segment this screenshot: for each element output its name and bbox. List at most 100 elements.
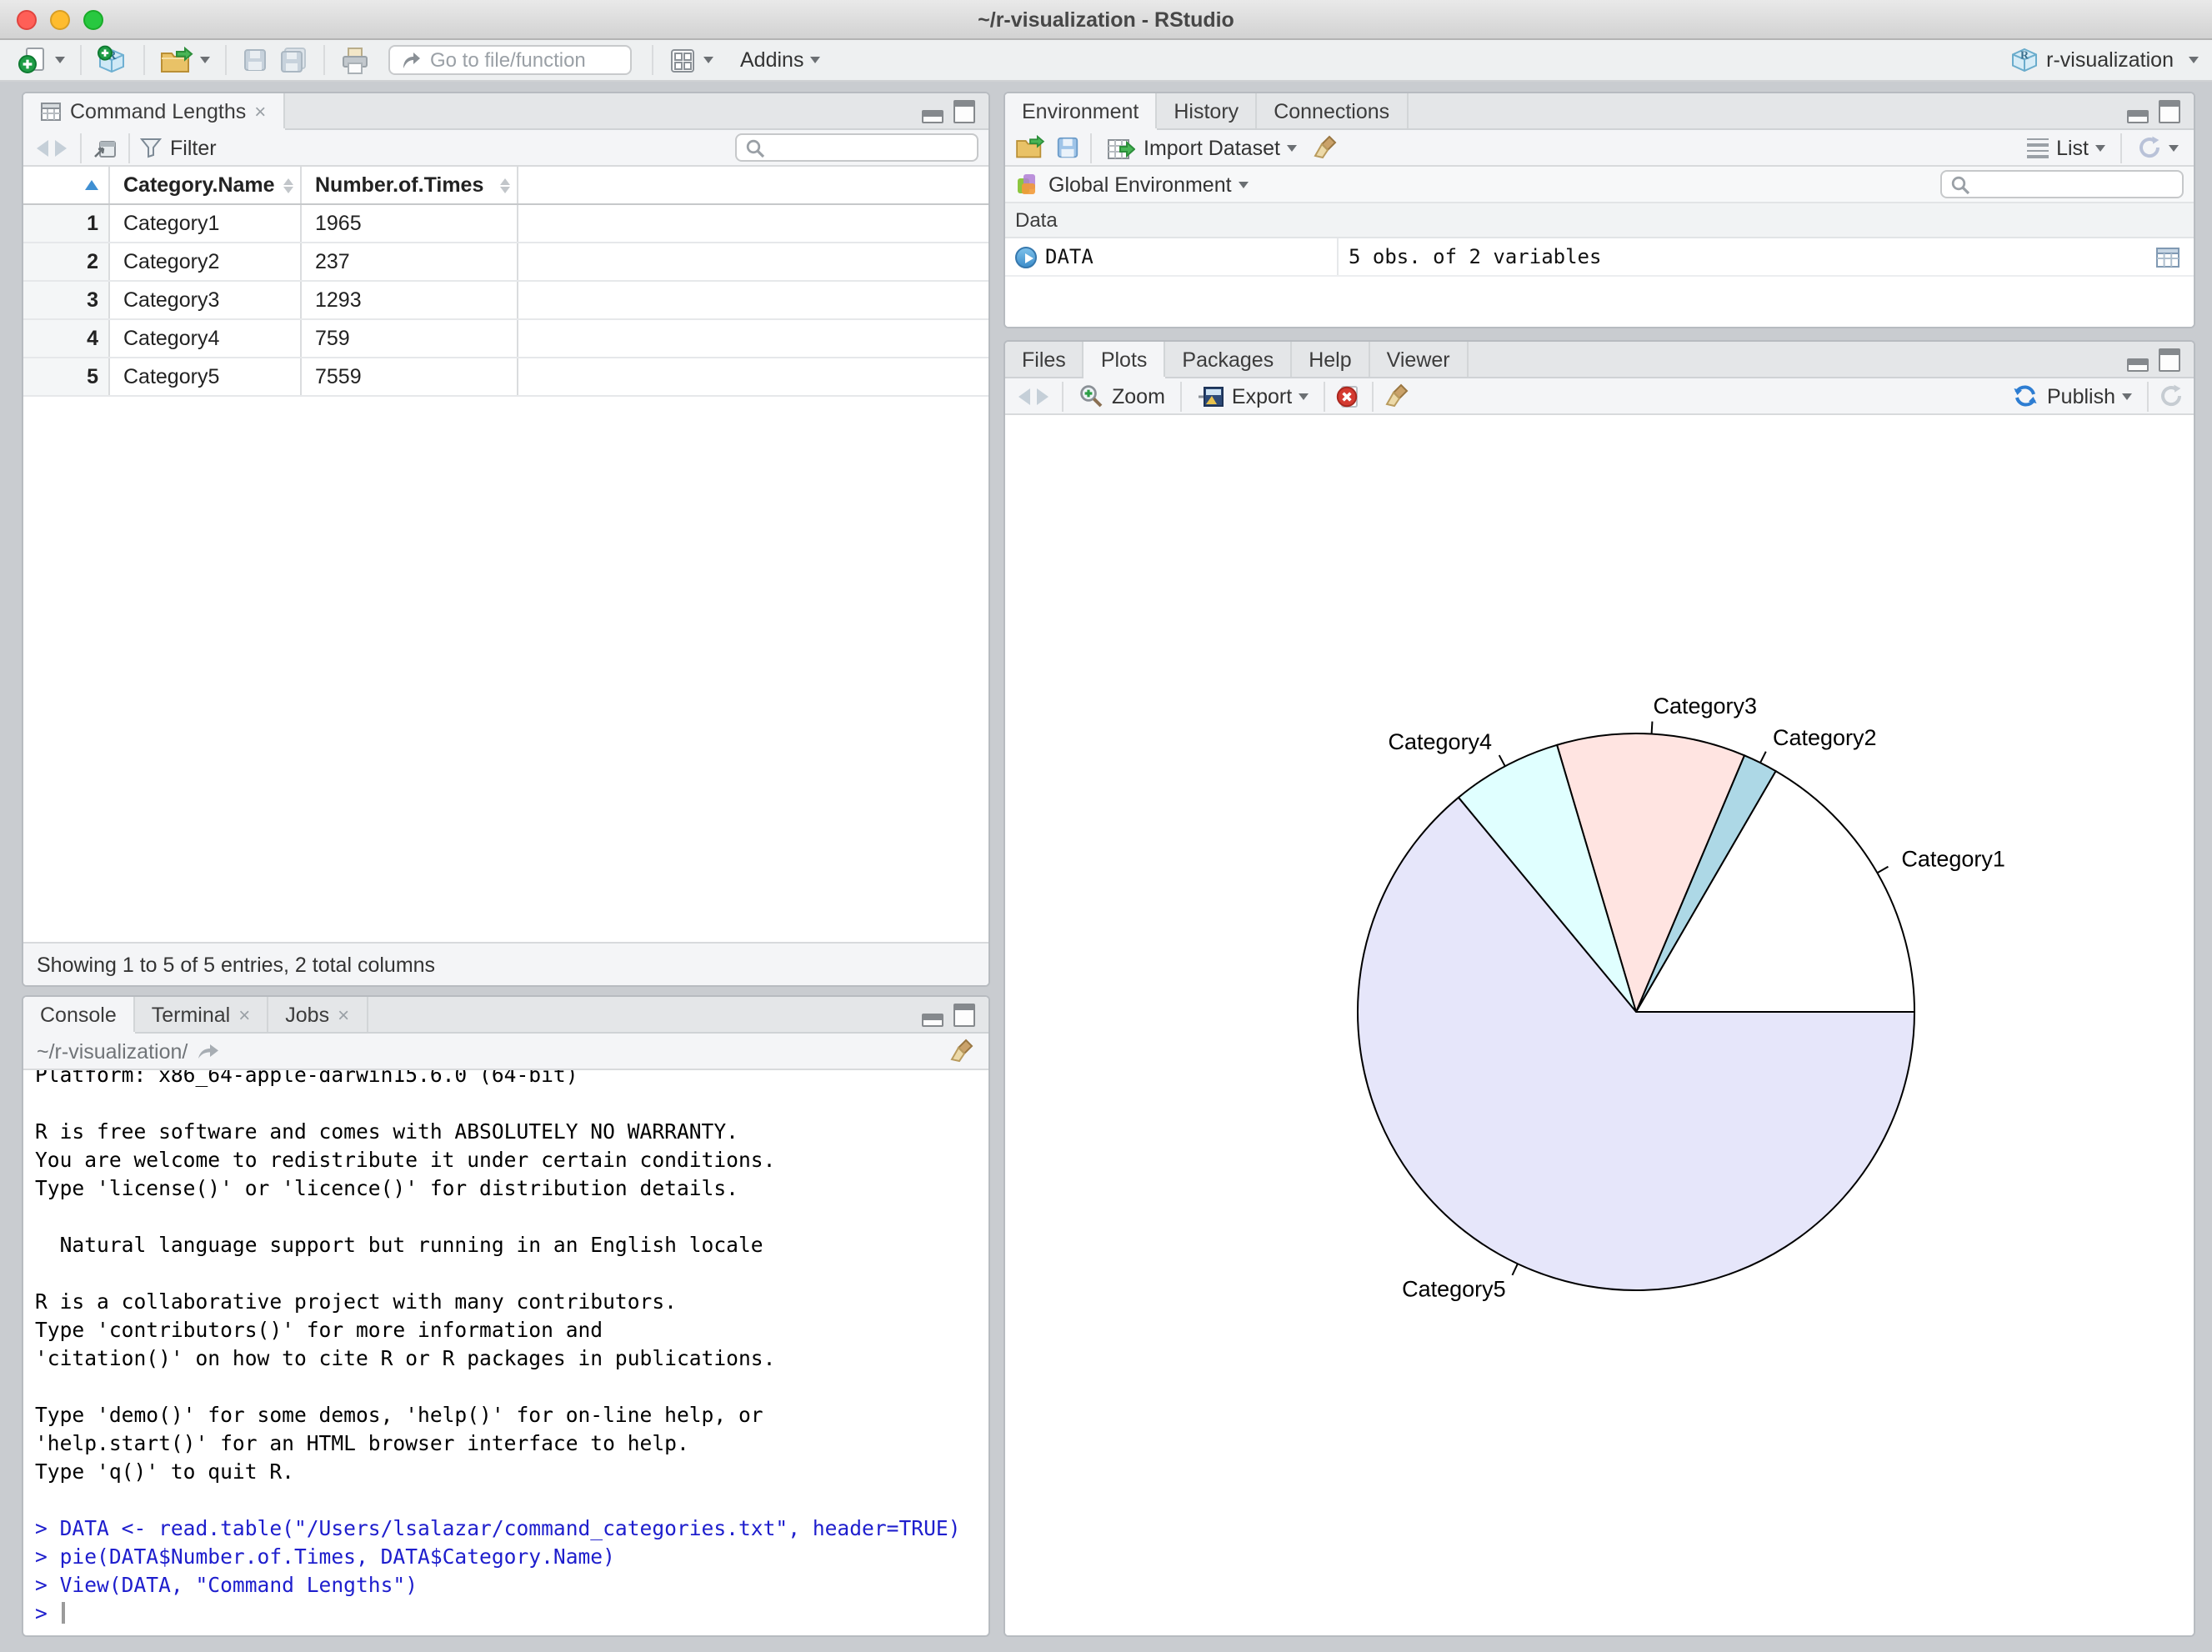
tab-command-lengths[interactable]: Command Lengths × (23, 93, 285, 128)
table-row[interactable]: 3 Category3 1293 (23, 282, 988, 320)
refresh-environment-button[interactable] (2132, 129, 2184, 166)
zoom-plot-label: Zoom (1112, 384, 1165, 408)
sort-ascending-icon (85, 180, 98, 190)
table-search-input[interactable] (772, 136, 963, 159)
goto-file-input[interactable] (430, 48, 613, 72)
remove-plot-icon[interactable] (1335, 383, 1362, 409)
tab-console[interactable]: Console (23, 997, 135, 1032)
open-file-button[interactable] (155, 42, 215, 78)
maximize-pane-icon[interactable] (953, 1004, 975, 1027)
environment-search-input[interactable] (1977, 173, 2169, 196)
import-dataset-button[interactable]: Import Dataset (1102, 129, 1302, 166)
pane-layout-button[interactable] (663, 42, 718, 78)
svg-text:R: R (2019, 50, 2029, 63)
table-search-box[interactable] (735, 133, 978, 162)
print-button[interactable] (335, 42, 375, 78)
save-workspace-icon[interactable] (1055, 135, 1080, 160)
column-header-label: Number.of.Times (315, 173, 484, 196)
close-tab-icon[interactable]: × (254, 101, 266, 121)
expand-object-icon[interactable] (1015, 246, 1037, 268)
new-file-caret-icon (55, 57, 65, 63)
table-row[interactable]: 1 Category1 1965 (23, 205, 988, 243)
environment-search-box[interactable] (1940, 170, 2184, 198)
minimize-pane-icon[interactable] (922, 110, 943, 123)
pie-label-tick (1876, 865, 1889, 874)
open-in-window-icon[interactable] (92, 136, 118, 159)
maximize-pane-icon[interactable] (2159, 100, 2180, 123)
environment-scope-button[interactable]: Global Environment (1048, 173, 1232, 196)
data-viewer-toolbar: Filter (23, 130, 988, 167)
cell-number-of-times: 759 (302, 320, 518, 357)
cell-number-of-times: 237 (302, 243, 518, 280)
goto-directory-icon[interactable] (196, 1041, 219, 1061)
export-plot-button[interactable]: Export (1192, 378, 1314, 414)
save-all-button[interactable] (273, 42, 313, 78)
load-workspace-icon[interactable] (1015, 135, 1045, 160)
row-number: 4 (23, 320, 110, 357)
tab-jobs[interactable]: Jobs × (268, 997, 368, 1032)
minimize-pane-icon[interactable] (2127, 358, 2149, 372)
publish-button[interactable]: Publish (2007, 378, 2137, 414)
column-header-name[interactable]: Category.Name (110, 167, 302, 203)
filter-icon[interactable] (140, 137, 162, 158)
new-project-icon: R (98, 45, 124, 73)
filter-label[interactable]: Filter (170, 136, 217, 159)
tab-history[interactable]: History (1157, 93, 1258, 128)
zoom-plot-button[interactable]: Zoom (1073, 378, 1170, 414)
project-menu-button[interactable]: R r-visualization (2009, 47, 2199, 73)
publish-icon (2014, 385, 2037, 407)
clear-plots-broom-icon[interactable] (1384, 383, 1410, 409)
environment-object-row[interactable]: DATA 5 obs. of 2 variables (1005, 238, 2194, 277)
next-plot-icon[interactable] (1037, 388, 1048, 404)
goto-file-box[interactable] (388, 45, 632, 75)
maximize-pane-icon[interactable] (2159, 348, 2180, 372)
object-name: DATA (1045, 245, 1093, 268)
close-window-button[interactable] (17, 10, 37, 30)
tab-connections[interactable]: Connections (1257, 93, 1409, 128)
clear-console-broom-icon[interactable] (948, 1038, 975, 1064)
tab-label: Terminal (151, 1003, 231, 1026)
column-header-times[interactable]: Number.of.Times (302, 167, 518, 203)
refresh-plot-icon[interactable] (2159, 383, 2184, 408)
new-project-button[interactable]: R (92, 42, 133, 78)
tab-packages[interactable]: Packages (1165, 342, 1293, 377)
table-row[interactable]: 4 Category4 759 (23, 320, 988, 358)
environment-view-mode-button[interactable]: List (2021, 129, 2110, 166)
tab-label: Help (1309, 348, 1352, 371)
back-icon[interactable] (37, 139, 48, 156)
minimize-pane-icon[interactable] (922, 1014, 943, 1027)
tab-files[interactable]: Files (1005, 342, 1084, 377)
addins-button[interactable]: Addins (735, 42, 825, 78)
minimize-window-button[interactable] (50, 10, 70, 30)
view-data-grid-icon[interactable] (2155, 246, 2180, 268)
table-row[interactable]: 5 Category5 7559 (23, 358, 988, 397)
rownum-header-cell[interactable] (23, 167, 110, 203)
table-header-row: Category.Name Number.of.Times (23, 167, 988, 205)
zoom-window-button[interactable] (83, 10, 103, 30)
tab-terminal[interactable]: Terminal × (135, 997, 269, 1032)
column-header-label: Category.Name (123, 173, 275, 196)
export-plot-icon (1198, 386, 1224, 406)
close-tab-icon[interactable]: × (338, 1004, 349, 1024)
tab-help[interactable]: Help (1292, 342, 1370, 377)
new-file-icon (18, 48, 44, 73)
minimize-pane-icon[interactable] (2127, 110, 2149, 123)
pie-label-Category2: Category2 (1773, 725, 1877, 750)
console-cursor[interactable] (61, 1602, 65, 1624)
pane-layout-icon (671, 48, 694, 72)
tab-label: Packages (1182, 348, 1274, 371)
list-view-icon (2026, 138, 2049, 158)
previous-plot-icon[interactable] (1018, 388, 1030, 404)
save-button[interactable] (237, 42, 273, 78)
environment-scope-row: Global Environment (1005, 167, 2194, 203)
console-output[interactable]: Platform: x86_64-apple-darwin15.6.0 (64-… (23, 1070, 988, 1635)
forward-icon[interactable] (55, 139, 67, 156)
tab-environment[interactable]: Environment (1005, 93, 1158, 128)
tab-viewer[interactable]: Viewer (1370, 342, 1469, 377)
table-row[interactable]: 2 Category2 237 (23, 243, 988, 282)
new-file-button[interactable] (13, 42, 70, 78)
maximize-pane-icon[interactable] (953, 100, 975, 123)
clear-environment-broom-icon[interactable] (1312, 134, 1339, 161)
close-tab-icon[interactable]: × (238, 1004, 250, 1024)
tab-plots[interactable]: Plots (1083, 342, 1166, 377)
